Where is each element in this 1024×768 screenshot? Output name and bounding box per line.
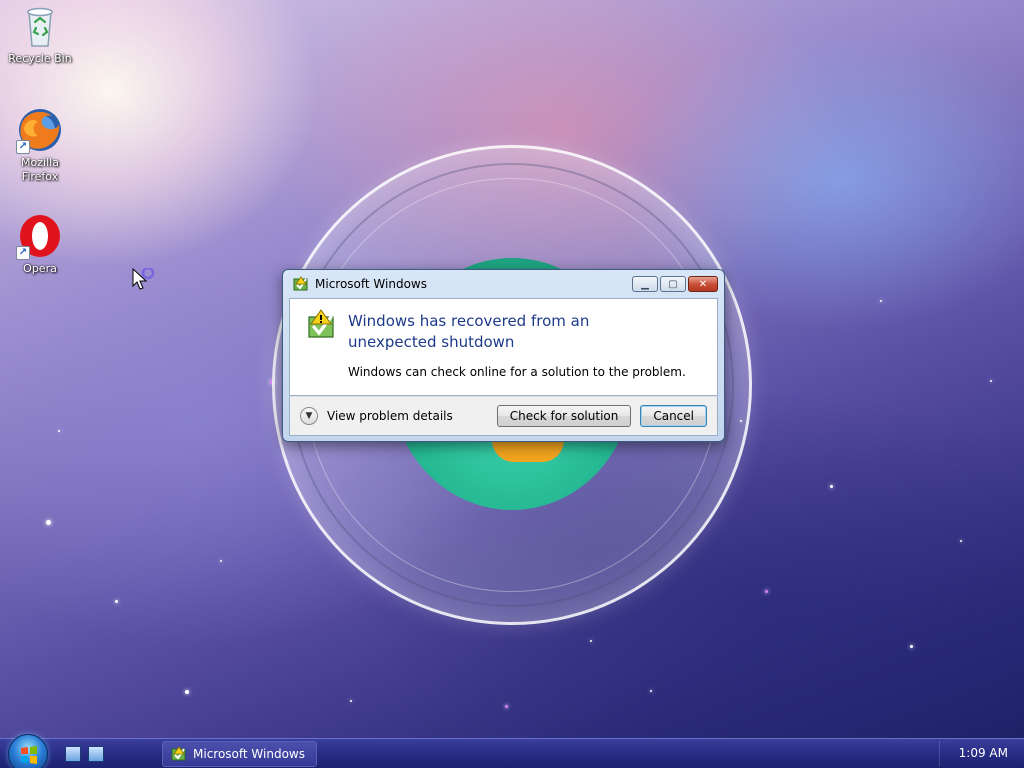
windows-logo-icon bbox=[21, 746, 37, 764]
system-clock[interactable]: 1:09 AM bbox=[959, 746, 1008, 760]
error-dialog: Microsoft Windows ▁ ▢ ✕ Windows has reco… bbox=[282, 269, 725, 442]
check-for-solution-button[interactable]: Check for solution bbox=[496, 405, 632, 427]
taskbar-button-microsoft-windows[interactable]: Microsoft Windows bbox=[162, 741, 317, 767]
firefox-icon: ↗ bbox=[16, 106, 64, 154]
switch-windows-icon[interactable] bbox=[88, 746, 104, 762]
desktop-icon-label: Mozilla Firefox bbox=[21, 156, 59, 183]
close-button[interactable]: ✕ bbox=[688, 276, 718, 292]
shortcut-arrow-icon: ↗ bbox=[16, 246, 30, 260]
minimize-icon: ▁ bbox=[641, 278, 649, 290]
shield-warning-icon bbox=[171, 746, 187, 762]
tray-divider bbox=[939, 741, 940, 767]
wallpaper-orange-shape bbox=[492, 440, 564, 462]
close-icon: ✕ bbox=[698, 278, 708, 290]
dialog-title: Microsoft Windows bbox=[315, 277, 427, 291]
maximize-button[interactable]: ▢ bbox=[660, 276, 686, 292]
dialog-footer: ▼ View problem details Check for solutio… bbox=[289, 396, 718, 436]
opera-icon: ↗ bbox=[16, 212, 64, 260]
minimize-button[interactable]: ▁ bbox=[632, 276, 658, 292]
shortcut-arrow-icon: ↗ bbox=[16, 140, 30, 154]
show-desktop-icon[interactable] bbox=[65, 746, 81, 762]
dialog-titlebar[interactable]: Microsoft Windows ▁ ▢ ✕ bbox=[289, 270, 718, 298]
desktop-icon-firefox[interactable]: ↗ Mozilla Firefox bbox=[2, 106, 78, 184]
chevron-down-icon: ▼ bbox=[305, 411, 313, 421]
dialog-message: Windows can check online for a solution … bbox=[348, 365, 686, 379]
taskbar-button-label: Microsoft Windows bbox=[193, 747, 305, 761]
shield-warning-icon bbox=[306, 309, 338, 341]
recycle-bin-icon bbox=[16, 2, 64, 50]
taskbar: Microsoft Windows 1:09 AM bbox=[0, 734, 1024, 768]
dialog-headline: Windows has recovered from an unexpected… bbox=[348, 312, 590, 351]
view-details-link[interactable]: View problem details bbox=[327, 409, 453, 423]
mouse-pointer-icon bbox=[132, 266, 158, 298]
start-button[interactable] bbox=[8, 734, 48, 768]
desktop-icon-label: Recycle Bin bbox=[8, 52, 72, 65]
maximize-icon: ▢ bbox=[668, 278, 678, 290]
shield-warning-icon bbox=[293, 276, 309, 292]
desktop-icon-opera[interactable]: ↗ Opera bbox=[2, 212, 78, 276]
window-controls: ▁ ▢ ✕ bbox=[632, 276, 718, 292]
cancel-button[interactable]: Cancel bbox=[640, 405, 707, 427]
view-details-toggle[interactable]: ▼ bbox=[300, 407, 318, 425]
dialog-content: Windows has recovered from an unexpected… bbox=[289, 298, 718, 396]
desktop-icon-label: Opera bbox=[23, 262, 57, 275]
desktop-icon-recycle-bin[interactable]: Recycle Bin bbox=[2, 2, 78, 66]
